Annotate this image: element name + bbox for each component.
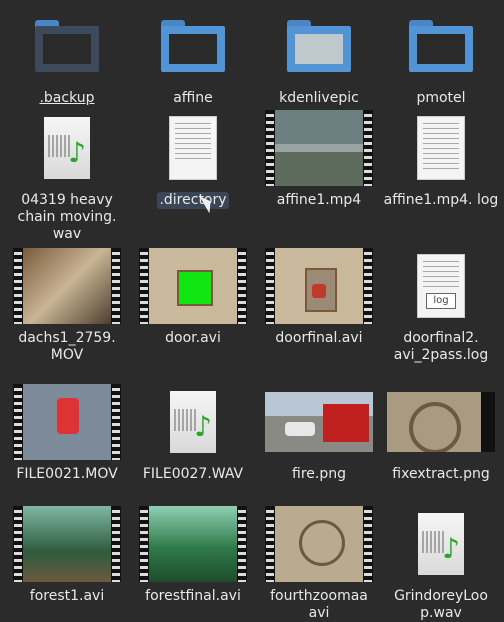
audio-file-icon: ♪ [12,108,122,188]
file-name: FILE0021.MOV [16,466,118,482]
video-thumbnail [264,246,374,326]
file-name: forest1.avi [29,588,105,604]
file-name: .backup [39,90,95,106]
file-item-door-avi[interactable]: door.avi [130,246,256,347]
file-item-file0021[interactable]: FILE0021.MOV [4,382,130,483]
file-name: .directory [157,192,229,209]
file-name: affine1.mp4 [276,192,362,208]
file-item-file0027[interactable]: ♪ FILE0027.WAV [130,382,256,483]
file-item-directory[interactable]: .directory [130,108,256,209]
file-name: doorfinal.avi [275,330,363,346]
file-item-fourthzoomaa[interactable]: fourthzoomaa avi [256,504,382,622]
video-thumbnail [264,504,374,584]
audio-file-icon: ♪ [386,504,496,584]
file-item-fixextract[interactable]: fixextract.png [378,382,504,483]
file-name: forestfinal.avi [145,588,241,604]
file-item-doorfinal-avi[interactable]: doorfinal.avi [256,246,382,347]
file-item-pmotel[interactable]: pmotel [378,6,504,107]
file-name: affine1.mp4. log [383,192,499,208]
file-name: fourthzoomaa avi [270,588,368,621]
video-thumbnail [264,108,374,188]
file-item-backup[interactable]: .backup [4,6,130,107]
file-name: GrindoreyLoo p.wav [394,588,488,621]
file-item-forestfinal[interactable]: forestfinal.avi [130,504,256,605]
image-thumbnail [386,382,496,462]
file-item-04319[interactable]: ♪ 04319 heavy chain moving. wav [4,108,130,243]
file-item-affine1-mp4[interactable]: affine1.mp4 [256,108,382,209]
folder-icon [264,6,374,86]
file-item-dachs1[interactable]: dachs1_2759. MOV [4,246,130,364]
file-item-forest1[interactable]: forest1.avi [4,504,130,605]
file-name: doorfinal2. avi_2pass.log [393,330,489,363]
file-name: door.avi [165,330,221,346]
log-file-icon: log [386,246,496,326]
video-thumbnail [138,504,248,584]
file-name: pmotel [416,90,466,106]
file-item-affine[interactable]: affine [130,6,256,107]
file-name: dachs1_2759. MOV [18,330,116,363]
file-grid: .backup affine kdenlivepic pmotel ♪ 0431… [0,0,504,621]
file-name: fixextract.png [392,466,490,482]
file-item-fire-png[interactable]: fire.png [256,382,382,483]
file-name: kdenlivepic [279,90,359,106]
video-thumbnail [12,504,122,584]
file-name: FILE0027.WAV [142,466,244,482]
file-name: 04319 heavy chain moving. wav [17,192,117,242]
text-file-icon [386,108,496,188]
video-thumbnail [12,382,122,462]
log-tag: log [426,293,456,309]
folder-icon [138,6,248,86]
audio-file-icon: ♪ [138,382,248,462]
file-name: affine [173,90,213,106]
text-file-icon [138,108,248,188]
file-item-doorfinal2-log[interactable]: log doorfinal2. avi_2pass.log [378,246,504,364]
file-name: fire.png [292,466,346,482]
file-item-affine1-log[interactable]: affine1.mp4. log [378,108,504,209]
image-thumbnail [264,382,374,462]
video-thumbnail [12,246,122,326]
folder-icon [12,6,122,86]
file-item-kdenlivepic[interactable]: kdenlivepic [256,6,382,107]
folder-icon [386,6,496,86]
file-item-grindorey[interactable]: ♪ GrindoreyLoo p.wav [378,504,504,622]
video-thumbnail [138,246,248,326]
